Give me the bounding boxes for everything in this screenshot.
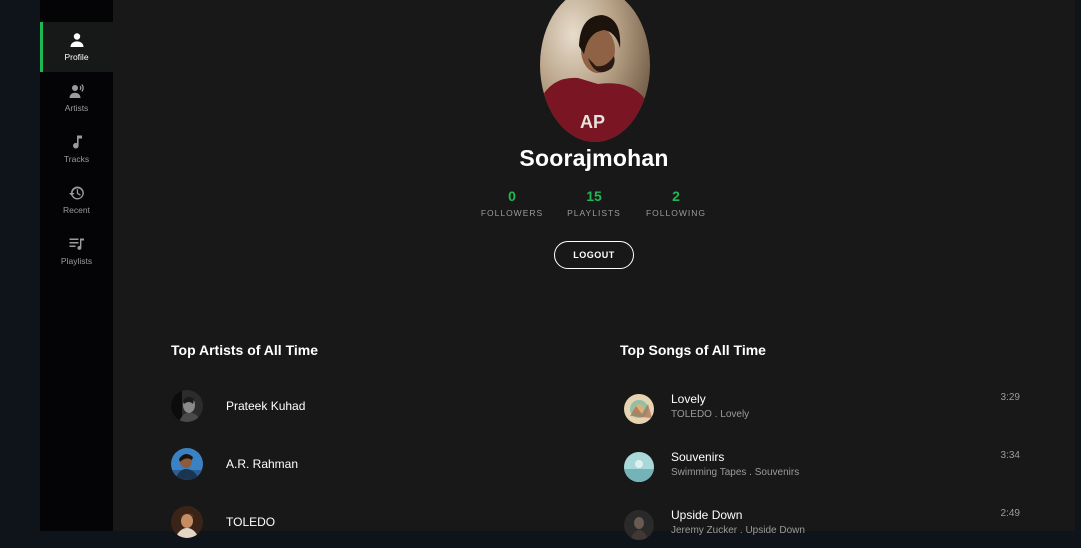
profile-page: AP Soorajmohan 0 FOLLOWERS 15 PLAYLISTS …	[113, 0, 1075, 540]
artist-item[interactable]: Prateek Kuhad	[171, 388, 561, 424]
sidebar-item-artists[interactable]: Artists	[40, 73, 113, 123]
sidebar-item-profile[interactable]: Profile	[40, 22, 113, 72]
song-meta: Swimming Tapes . Souvenirs	[671, 467, 800, 478]
stat-caption: PLAYLISTS	[567, 208, 621, 218]
svg-text:AP: AP	[580, 112, 605, 132]
song-duration: 3:34	[1000, 450, 1020, 461]
following-stat: 2 FOLLOWING	[636, 188, 716, 218]
stat-caption: FOLLOWING	[645, 208, 706, 218]
album-art	[624, 510, 654, 540]
sidebar-nav: Profile Artists Tracks Recent Playlists	[40, 0, 113, 531]
sidebar-item-label: Playlists	[60, 256, 93, 266]
artist-item[interactable]: TOLEDO	[171, 504, 561, 540]
song-item[interactable]: Upside Down Jeremy Zucker . Upside Down …	[620, 508, 1020, 548]
artist-avatar	[171, 506, 203, 538]
stat-value: 0	[508, 188, 516, 204]
history-icon	[68, 186, 84, 200]
stat-caption: FOLLOWERS	[480, 208, 544, 218]
sidebar-item-recent[interactable]: Recent	[40, 175, 113, 225]
sidebar-item-label: Tracks	[63, 154, 90, 164]
artist-avatar	[171, 448, 203, 480]
music-note-icon	[72, 135, 82, 149]
song-title: Souvenirs	[671, 450, 725, 464]
top-artists-title: Top Artists of All Time	[171, 342, 319, 358]
top-songs-title: Top Songs of All Time	[620, 342, 766, 358]
stat-value: 15	[586, 188, 602, 204]
song-item[interactable]: Lovely TOLEDO . Lovely 3:29	[620, 392, 1020, 432]
album-art	[624, 394, 654, 424]
profile-username: Soorajmohan	[519, 145, 669, 171]
right-edge	[1075, 0, 1081, 531]
song-title: Upside Down	[671, 508, 743, 522]
song-title: Lovely	[671, 392, 706, 406]
sidebar-item-label: Profile	[64, 52, 89, 62]
artist-name: TOLEDO	[226, 515, 276, 529]
sidebar-item-tracks[interactable]: Tracks	[40, 124, 113, 174]
microphone-icon	[69, 84, 84, 98]
stat-value: 2	[672, 188, 680, 204]
song-duration: 2:49	[1000, 508, 1020, 519]
song-meta: TOLEDO . Lovely	[671, 409, 750, 420]
left-gutter	[0, 0, 40, 531]
song-item[interactable]: Souvenirs Swimming Tapes . Souvenirs 3:3…	[620, 450, 1020, 490]
playlists-stat: 15 PLAYLISTS	[554, 188, 634, 218]
artist-name: A.R. Rahman	[226, 457, 299, 471]
playlist-icon	[69, 238, 84, 250]
profile-avatar: AP	[540, 0, 650, 142]
logout-button[interactable]: LOGOUT	[554, 241, 634, 269]
sidebar-item-playlists[interactable]: Playlists	[40, 226, 113, 276]
sidebar-item-label: Artists	[64, 103, 89, 113]
artist-item[interactable]: A.R. Rahman	[171, 446, 561, 482]
album-art	[624, 452, 654, 482]
song-duration: 3:29	[1000, 392, 1020, 403]
followers-stat: 0 FOLLOWERS	[472, 188, 552, 218]
artist-name: Prateek Kuhad	[226, 399, 306, 413]
artist-avatar	[171, 390, 203, 422]
user-icon	[70, 33, 83, 47]
sidebar-item-label: Recent	[63, 205, 90, 215]
